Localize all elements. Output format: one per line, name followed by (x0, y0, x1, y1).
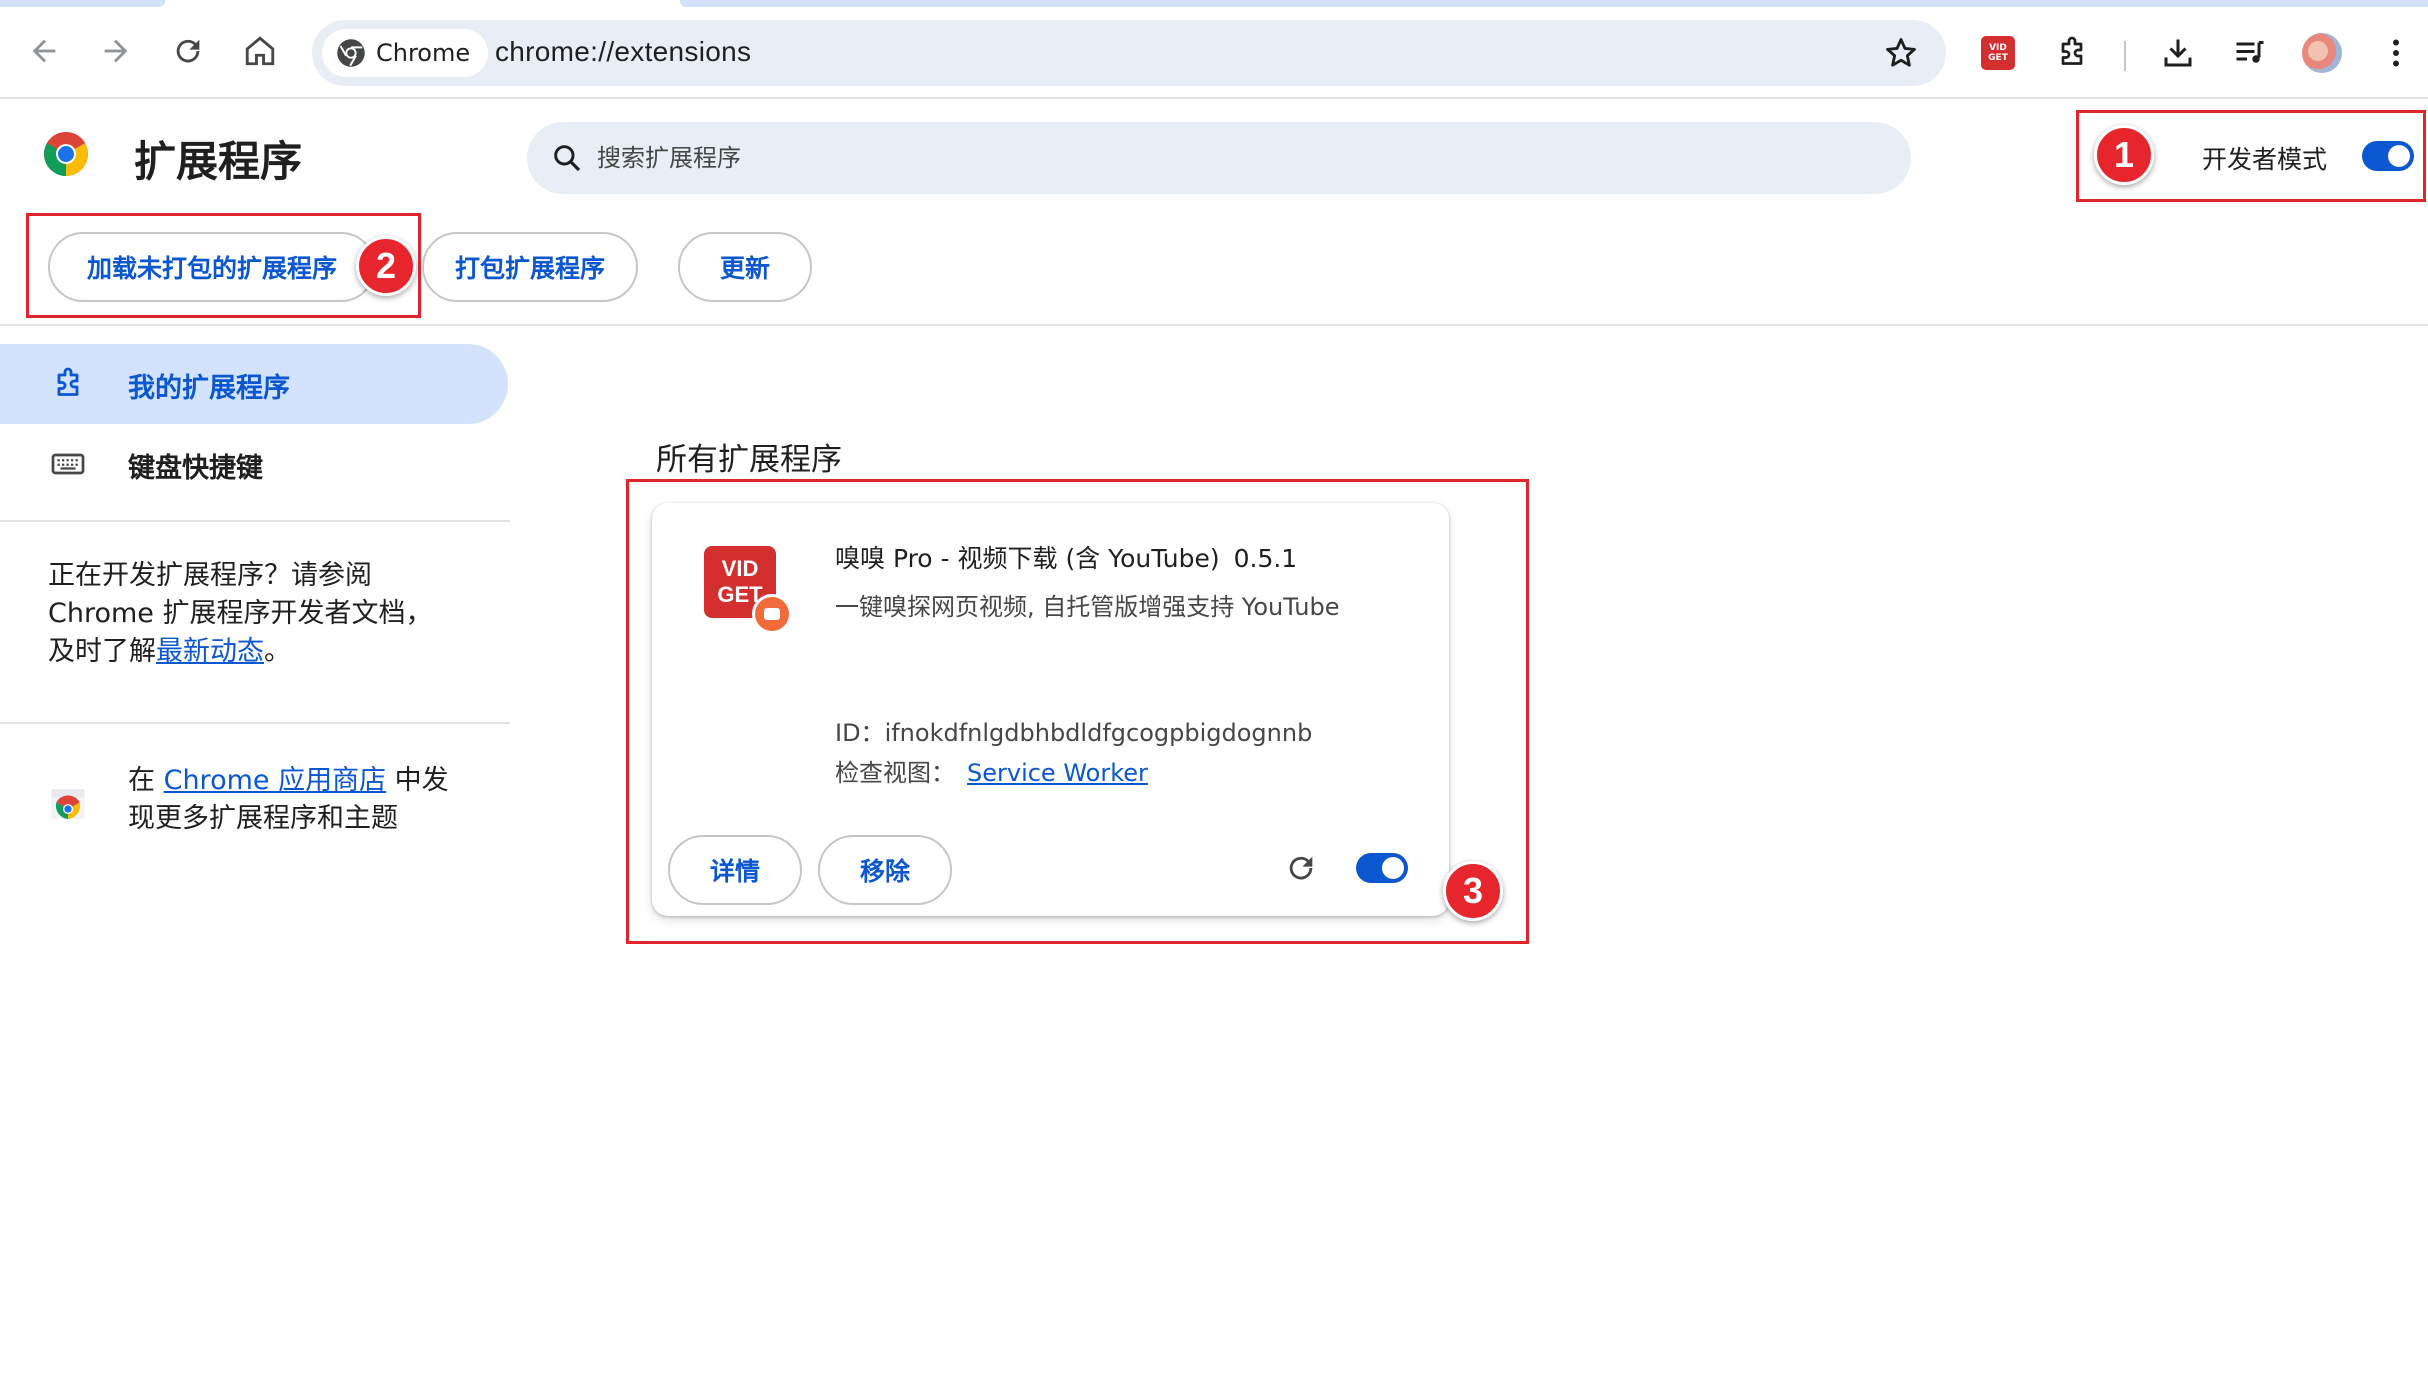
tab-strip-left (0, 0, 165, 7)
site-chip[interactable]: Chrome (322, 29, 489, 77)
dev-docs-line2: Chrome 扩展程序开发者文档， (48, 598, 433, 629)
sidebar-divider (0, 520, 510, 522)
reload-icon (176, 39, 200, 63)
avatar (2302, 33, 2342, 73)
annotation-badge-1: 1 (2094, 125, 2154, 185)
webstore-line1: 在 Chrome 应用商店 中发 (128, 762, 449, 800)
tab-strip (0, 0, 2428, 7)
webstore-text: 在 Chrome 应用商店 中发 现更多扩展程序和主题 (128, 762, 449, 838)
arrow-right-icon (104, 39, 128, 63)
pack-extension-button[interactable]: 打包扩展程序 (422, 232, 638, 302)
toolbar-separator (2124, 41, 2126, 71)
chrome-logo-icon (44, 132, 88, 176)
playlist-icon (2236, 41, 2264, 63)
sidebar-item-label: 键盘快捷键 (128, 453, 263, 484)
download-icon (2164, 39, 2192, 67)
webstore-icon (51, 789, 85, 819)
webstore-suffix: 中发 (386, 765, 449, 796)
webstore-link[interactable]: Chrome 应用商店 (164, 765, 387, 796)
annotation-badge-2: 2 (356, 236, 416, 296)
annotation-box-3 (626, 479, 1529, 944)
search-input[interactable] (595, 122, 1875, 194)
kebab-menu-icon (2393, 39, 2399, 67)
dev-docs-line1: 正在开发扩展程序？请参阅 (48, 560, 372, 591)
arrow-left-icon (32, 39, 56, 63)
vidget-icon: VID GET (1981, 36, 2015, 70)
page-title: 扩展程序 (134, 137, 303, 186)
dev-docs-text: 正在开发扩展程序？请参阅 Chrome 扩展程序开发者文档， 及时了解最新动态。 (48, 557, 433, 671)
webstore-line2: 现更多扩展程序和主题 (128, 803, 398, 834)
back-button[interactable] (22, 29, 66, 73)
forward-button[interactable] (94, 29, 138, 73)
chrome-logo-icon (337, 39, 365, 67)
tab-strip-right (680, 0, 2428, 7)
home-icon (245, 36, 275, 66)
sidebar-item-my-extensions[interactable]: 我的扩展程序 (0, 344, 508, 424)
media-control-button[interactable] (2230, 33, 2270, 73)
star-icon[interactable] (1882, 34, 1920, 72)
webstore-prefix: 在 (128, 765, 164, 796)
browser-toolbar: Chrome chrome://extensions VID GET (0, 7, 2428, 99)
section-title: 所有扩展程序 (656, 442, 842, 478)
dev-docs-prefix: 及时了解 (48, 636, 156, 667)
vidget-extension-button[interactable]: VID GET (1978, 33, 2018, 73)
sidebar-item-label: 我的扩展程序 (128, 373, 290, 404)
dev-docs-suffix: 。 (264, 636, 291, 667)
sidebar-item-keyboard-shortcuts[interactable]: 键盘快捷键 (0, 424, 508, 504)
latest-news-link[interactable]: 最新动态 (156, 636, 264, 667)
puzzle-icon (57, 367, 79, 396)
home-button[interactable] (238, 29, 282, 73)
site-chip-label: Chrome (376, 39, 471, 67)
search-icon (554, 145, 581, 172)
extensions-menu-button[interactable] (2052, 33, 2092, 73)
update-button[interactable]: 更新 (678, 232, 812, 302)
url-text[interactable]: chrome://extensions (495, 36, 751, 68)
search-field[interactable] (527, 122, 1911, 194)
reload-button[interactable] (166, 29, 210, 73)
sidebar-divider (0, 722, 510, 724)
menu-button[interactable] (2376, 33, 2416, 73)
dev-docs-line3: 及时了解最新动态。 (48, 633, 433, 671)
puzzle-icon (2061, 36, 2083, 65)
downloads-button[interactable] (2158, 33, 2198, 73)
address-bar[interactable]: Chrome chrome://extensions (312, 20, 1946, 86)
annotation-badge-3: 3 (1443, 861, 1503, 921)
profile-button[interactable] (2302, 33, 2342, 73)
keyboard-icon (51, 453, 85, 475)
